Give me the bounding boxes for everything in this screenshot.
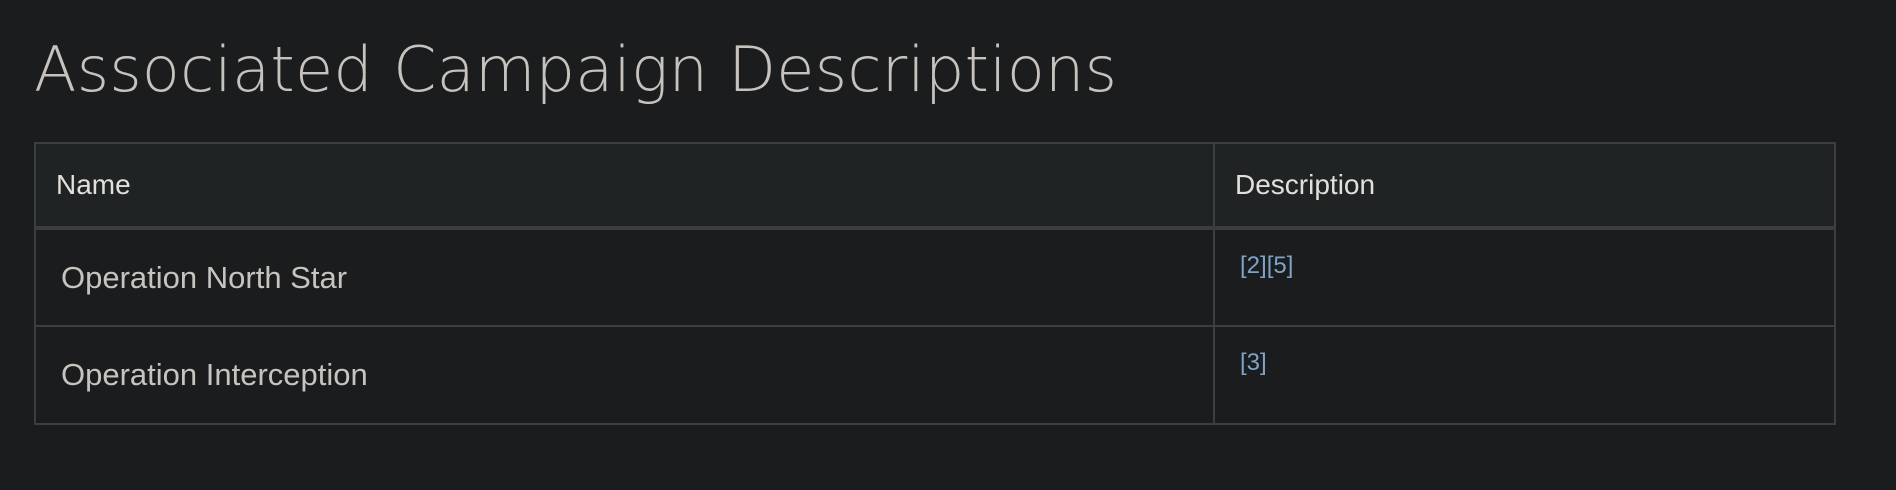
- column-header-name[interactable]: Name: [34, 142, 1215, 230]
- table-row: Operation Interception [3]: [34, 325, 1836, 425]
- campaign-descriptions-table: Name Description Operation North Star [2…: [34, 142, 1836, 425]
- page: Associated Campaign Descriptions Name De…: [0, 0, 1896, 490]
- page-title: Associated Campaign Descriptions: [34, 33, 1118, 106]
- campaign-description-cell: [3]: [1213, 325, 1836, 425]
- citation-link[interactable]: [3]: [1240, 349, 1267, 376]
- table-header-row: Name Description: [34, 142, 1836, 230]
- citation-link[interactable]: [5]: [1267, 252, 1294, 279]
- column-header-description[interactable]: Description: [1213, 142, 1836, 230]
- citation-link[interactable]: [2]: [1240, 252, 1267, 279]
- campaign-name-cell: Operation North Star: [34, 227, 1215, 327]
- table-header: Name Description: [34, 142, 1836, 230]
- table-row: Operation North Star [2][5]: [34, 227, 1836, 327]
- table-body: Operation North Star [2][5] Operation In…: [34, 227, 1836, 425]
- campaign-description-cell: [2][5]: [1213, 227, 1836, 327]
- campaign-name-cell: Operation Interception: [34, 325, 1215, 425]
